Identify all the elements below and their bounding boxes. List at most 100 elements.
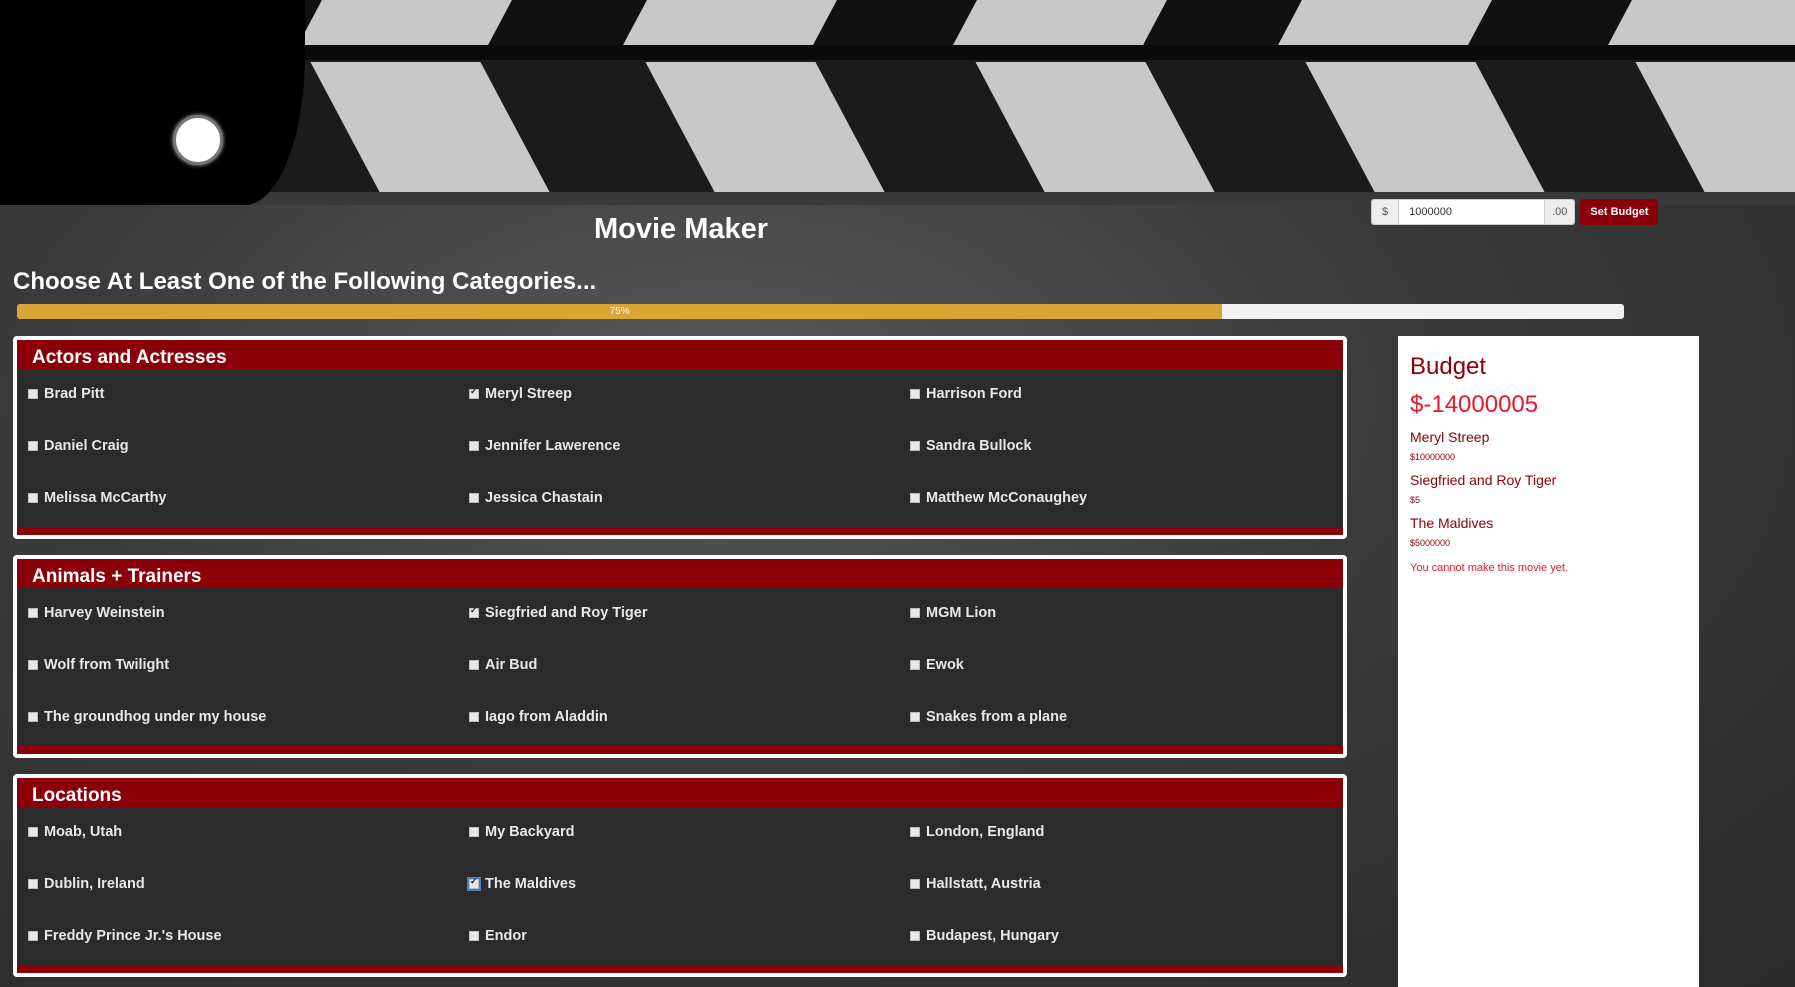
option-label: Meryl Streep	[485, 386, 573, 402]
progress-bar: 75%	[17, 304, 1624, 319]
category-option[interactable]: Air Bud	[458, 648, 899, 682]
checkbox-icon[interactable]	[910, 660, 920, 670]
clapper-stripe	[1278, 0, 1492, 45]
checkbox-icon[interactable]	[28, 608, 38, 618]
category-option[interactable]: Brad Pitt	[17, 377, 458, 411]
clapper-hinge	[0, 0, 305, 205]
set-budget-button[interactable]: Set Budget	[1580, 199, 1659, 225]
clapperboard-header	[0, 0, 1795, 205]
category-option[interactable]: Moab, Utah	[17, 815, 458, 849]
budget-line-item: Siegfried and Roy Tiger $5	[1410, 472, 1699, 505]
option-label: Harrison Ford	[926, 386, 1022, 402]
checkbox-checked-icon[interactable]	[469, 605, 479, 618]
category-option[interactable]: Matthew McConaughey	[899, 481, 1340, 515]
budget-total: $-14000005	[1410, 391, 1539, 418]
checkbox-icon[interactable]	[469, 931, 479, 941]
cents-addon: .00	[1544, 199, 1576, 225]
budget-input[interactable]	[1399, 199, 1545, 225]
checkbox-icon[interactable]	[28, 712, 38, 722]
checkbox-icon[interactable]	[28, 493, 38, 503]
category-option[interactable]: Hallstatt, Austria	[899, 867, 1340, 901]
option-label: Siegfried and Roy Tiger	[485, 605, 648, 621]
category-option[interactable]: The groundhog under my house	[17, 700, 458, 734]
clapper-stripe	[1608, 0, 1795, 45]
checkbox-icon[interactable]	[910, 827, 920, 837]
category-option[interactable]: Wolf from Twilight	[17, 648, 458, 682]
option-label: Freddy Prince Jr.'s House	[44, 928, 222, 944]
category-panel-animals: Animals + Trainers Harvey Weinstein Siegf…	[13, 555, 1347, 758]
category-panel-actors: Actors and Actresses Brad Pitt Meryl Stre…	[13, 336, 1347, 539]
category-option[interactable]: Meryl Streep	[458, 377, 899, 411]
checkbox-icon[interactable]	[28, 827, 38, 837]
category-option[interactable]: Ewok	[899, 648, 1340, 682]
panel-title: Locations	[32, 785, 122, 806]
category-option[interactable]: Melissa McCarthy	[17, 481, 458, 515]
checkbox-icon[interactable]	[469, 660, 479, 670]
option-label: Melissa McCarthy	[44, 490, 167, 506]
category-option[interactable]: Freddy Prince Jr.'s House	[17, 919, 458, 953]
checkbox-icon[interactable]	[469, 493, 479, 503]
category-option[interactable]: Jessica Chastain	[458, 481, 899, 515]
budget-title: Budget	[1410, 353, 1487, 380]
budget-form: $ .00 Set Budget	[1371, 199, 1659, 225]
category-option[interactable]: Sandra Bullock	[899, 429, 1340, 463]
panel-footer	[17, 527, 1343, 535]
page-title: Movie Maker	[594, 213, 769, 245]
checkbox-checked-icon[interactable]	[469, 386, 479, 399]
option-label: Harvey Weinstein	[44, 605, 165, 621]
category-option[interactable]: Snakes from a plane	[899, 700, 1340, 734]
option-label: Iago from Aladdin	[485, 709, 608, 725]
budget-item-name: Meryl Streep	[1410, 429, 1490, 445]
option-label: Budapest, Hungary	[926, 928, 1059, 944]
category-option[interactable]: Daniel Craig	[17, 429, 458, 463]
panel-title: Actors and Actresses	[32, 347, 227, 368]
checkbox-icon[interactable]	[469, 712, 479, 722]
category-option[interactable]: My Backyard	[458, 815, 899, 849]
checkbox-icon[interactable]	[28, 660, 38, 670]
checkbox-icon[interactable]	[469, 441, 479, 451]
option-label: Snakes from a plane	[926, 709, 1068, 725]
checkbox-icon[interactable]	[469, 827, 479, 837]
category-option[interactable]: Budapest, Hungary	[899, 919, 1340, 953]
clapper-stripe	[953, 0, 1167, 45]
budget-item-price: $10000000	[1410, 452, 1456, 462]
budget-warning: You cannot make this movie yet.	[1410, 562, 1568, 574]
option-label: Wolf from Twilight	[44, 657, 170, 673]
checkbox-icon[interactable]	[28, 931, 38, 941]
checkbox-icon[interactable]	[910, 879, 920, 889]
options-grid: Brad Pitt Meryl Streep Harrison Ford Daniel…	[17, 369, 1343, 533]
budget-summary-panel: Budget $-14000005 Meryl Streep $10000000 S…	[1398, 336, 1699, 987]
checkbox-icon[interactable]	[28, 389, 38, 399]
checkbox-icon[interactable]	[910, 931, 920, 941]
checkbox-icon[interactable]	[28, 441, 38, 451]
category-option[interactable]: Jennifer Lawerence	[458, 429, 899, 463]
category-option[interactable]: MGM Lion	[899, 596, 1340, 630]
category-option[interactable]: Dublin, Ireland	[17, 867, 458, 901]
options-grid: Harvey Weinstein Siegfried and Roy Tiger M…	[17, 588, 1343, 752]
clapper-stripe	[298, 0, 512, 45]
option-label: MGM Lion	[926, 605, 997, 621]
panel-title: Animals + Trainers	[32, 566, 202, 587]
clapper-stripe	[623, 0, 837, 45]
panel-header: Animals + Trainers	[17, 559, 1343, 588]
category-option[interactable]: The Maldives	[458, 867, 899, 901]
checkbox-checked-icon[interactable]	[469, 876, 479, 889]
option-label: Dublin, Ireland	[44, 876, 145, 892]
category-option[interactable]: Endor	[458, 919, 899, 953]
category-option[interactable]: Iago from Aladdin	[458, 700, 899, 734]
checkbox-icon[interactable]	[910, 389, 920, 399]
budget-item-price: $5000000	[1410, 538, 1451, 548]
category-option[interactable]: London, England	[899, 815, 1340, 849]
panel-footer	[17, 965, 1343, 973]
checkbox-icon[interactable]	[910, 608, 920, 618]
category-option[interactable]: Harrison Ford	[899, 377, 1340, 411]
option-label: Brad Pitt	[44, 386, 105, 402]
checkbox-icon[interactable]	[910, 493, 920, 503]
category-option[interactable]: Harvey Weinstein	[17, 596, 458, 630]
checkbox-icon[interactable]	[910, 441, 920, 451]
checkbox-icon[interactable]	[910, 712, 920, 722]
options-grid: Moab, Utah My Backyard London, England Dubl…	[17, 807, 1343, 971]
category-option[interactable]: Siegfried and Roy Tiger	[458, 596, 899, 630]
checkbox-icon[interactable]	[28, 879, 38, 889]
budget-line-item: The Maldives $5000000	[1410, 515, 1699, 548]
